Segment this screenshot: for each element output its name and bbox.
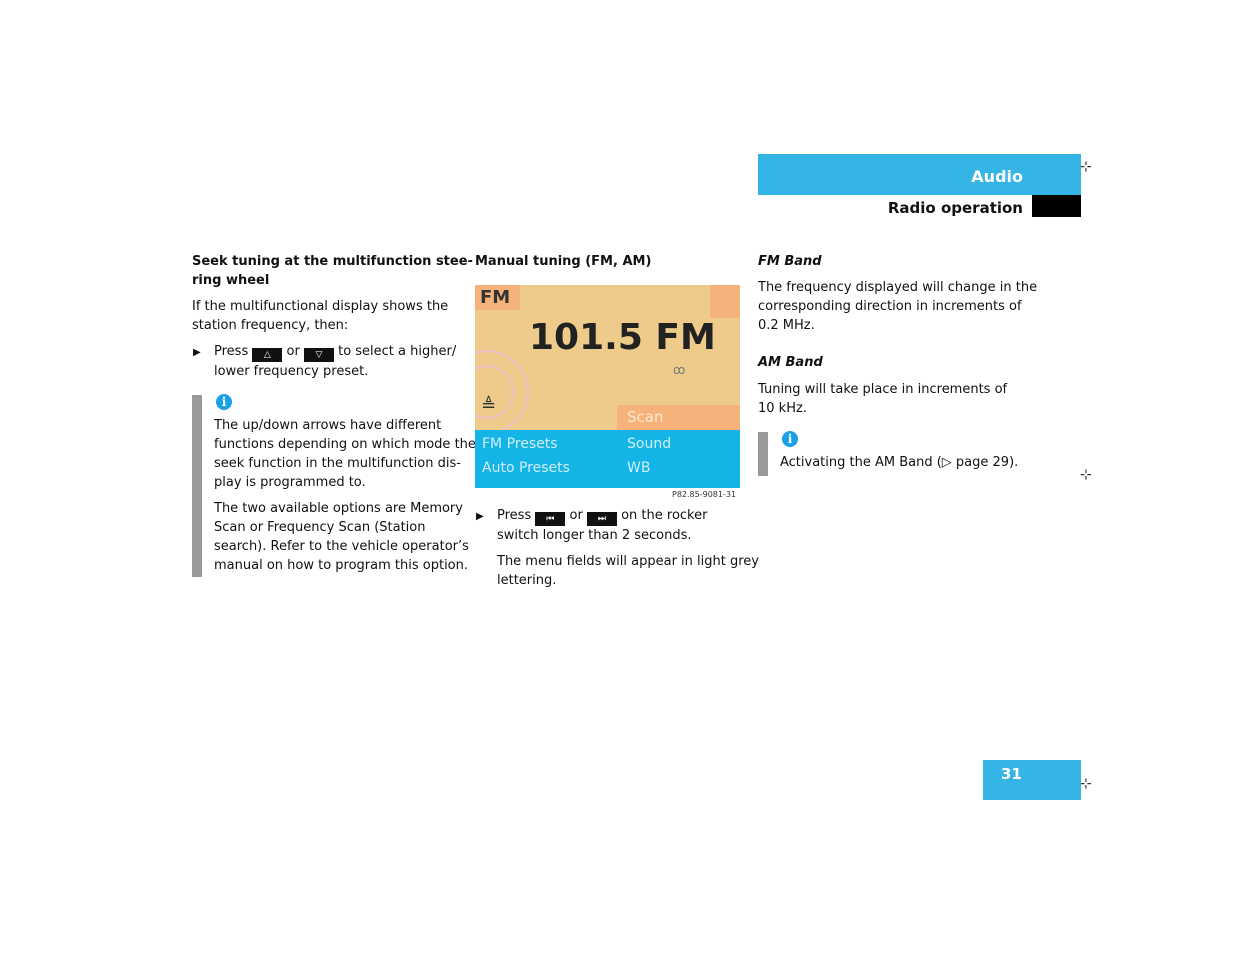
scan-menu-item: Scan bbox=[617, 405, 740, 430]
figure-id: P82.85-9081-31 bbox=[672, 490, 737, 499]
text-line: The frequency displayed will change in t… bbox=[758, 280, 1038, 295]
heading-line: Seek tuning at the multifunction stee- bbox=[192, 254, 473, 269]
menu-item-wb: WB bbox=[627, 460, 651, 476]
info-icon: i bbox=[782, 431, 798, 447]
am-band-text: Tuning will take place in increments of … bbox=[758, 380, 1007, 418]
text-line: Tuning will take place in increments of bbox=[758, 382, 1008, 397]
col2-step: Press ⏮ or ⏭ on the rocker switch longer… bbox=[497, 506, 759, 590]
subsection-title: Radio operation bbox=[887, 199, 1023, 217]
text-line: Scan or Frequency Scan (Station bbox=[214, 520, 426, 535]
section-header: Audio bbox=[758, 154, 1081, 195]
seek-back-key-icon: ⏮ bbox=[535, 512, 566, 526]
text-line: 0.2 MHz. bbox=[758, 318, 815, 333]
section-title: Audio bbox=[971, 167, 1023, 186]
text-line: corresponding direction in increments of bbox=[758, 299, 1022, 314]
text-line: seek function in the multifunction dis- bbox=[214, 456, 461, 471]
text: on the rocker bbox=[621, 508, 708, 523]
note-bar bbox=[192, 395, 202, 577]
text: Press bbox=[497, 508, 532, 523]
crop-mark: ⊹ bbox=[1080, 776, 1092, 792]
text-line: station frequency, then: bbox=[192, 318, 349, 333]
col1-intro: If the multifunctional display shows the… bbox=[192, 297, 448, 335]
fm-band-text: The frequency displayed will change in t… bbox=[758, 278, 1037, 335]
menu-item-sound: Sound bbox=[627, 436, 672, 452]
frequency-readout: 101.5 FM bbox=[529, 317, 716, 358]
text-line: play is programmed to. bbox=[214, 475, 366, 490]
note-bar bbox=[758, 432, 768, 476]
col1-step: Press △ or ▽ to select a higher/ lower f… bbox=[214, 342, 456, 381]
text: Press bbox=[214, 344, 249, 359]
manual-page: Audio Radio operation ⊹ ⊹ ⊹ Seek tuning … bbox=[0, 0, 1235, 954]
col2-heading: Manual tuning (FM, AM) bbox=[475, 254, 652, 269]
radio-display-image: FM 101.5 FM ꝏ ≜ Scan FM Presets Sound Au… bbox=[475, 285, 740, 488]
text-line: functions depending on which mode the bbox=[214, 437, 476, 452]
fm-band-heading: FM Band bbox=[758, 254, 822, 269]
col1-heading: Seek tuning at the multifunction stee- r… bbox=[192, 252, 473, 290]
stereo-icon: ꝏ bbox=[673, 363, 686, 377]
bullet-triangle-icon: ▶ bbox=[476, 511, 484, 522]
page-number-box: 31 bbox=[983, 760, 1081, 800]
text-line: 10 kHz. bbox=[758, 401, 807, 416]
text-line: search). Refer to the vehicle operator’s bbox=[214, 539, 469, 554]
text-line: If the multifunctional display shows the bbox=[192, 299, 449, 314]
am-info-text: Activating the AM Band (▷ page 29). bbox=[780, 455, 1019, 470]
col1-note: The up/down arrows have different functi… bbox=[214, 416, 476, 575]
am-band-heading: AM Band bbox=[758, 355, 823, 370]
menu-item-auto-presets: Auto Presets bbox=[482, 460, 570, 476]
text-line: manual on how to program this option. bbox=[214, 558, 469, 573]
header-black-tab bbox=[1032, 195, 1081, 217]
arrow-down-key-icon: ▽ bbox=[303, 348, 334, 362]
text-line: The up/down arrows have different bbox=[214, 418, 442, 433]
text: or bbox=[569, 508, 583, 523]
text: to select a higher/ bbox=[338, 344, 457, 359]
seek-forward-key-icon: ⏭ bbox=[586, 512, 617, 526]
menu-item-fm-presets: FM Presets bbox=[482, 436, 558, 452]
text-line: The two available options are Memory bbox=[214, 501, 463, 516]
signal-icon bbox=[710, 285, 740, 318]
arrow-up-key-icon: △ bbox=[252, 348, 283, 362]
text-line: The menu fields will appear in light gre… bbox=[497, 554, 759, 569]
heading-line: ring wheel bbox=[192, 273, 270, 288]
bullet-triangle-icon: ▶ bbox=[193, 347, 201, 358]
text-line: lettering. bbox=[497, 573, 557, 588]
info-icon: i bbox=[216, 394, 232, 410]
text: or bbox=[286, 344, 300, 359]
crop-mark: ⊹ bbox=[1080, 159, 1092, 175]
crop-mark: ⊹ bbox=[1080, 467, 1092, 483]
text-line: lower frequency preset. bbox=[214, 364, 369, 379]
page-number: 31 bbox=[1001, 765, 1022, 783]
antenna-icon: ≜ bbox=[481, 395, 497, 416]
display-menu: FM Presets Sound Auto Presets WB bbox=[475, 430, 740, 488]
text-line: switch longer than 2 seconds. bbox=[497, 528, 692, 543]
band-label: FM bbox=[475, 285, 520, 310]
